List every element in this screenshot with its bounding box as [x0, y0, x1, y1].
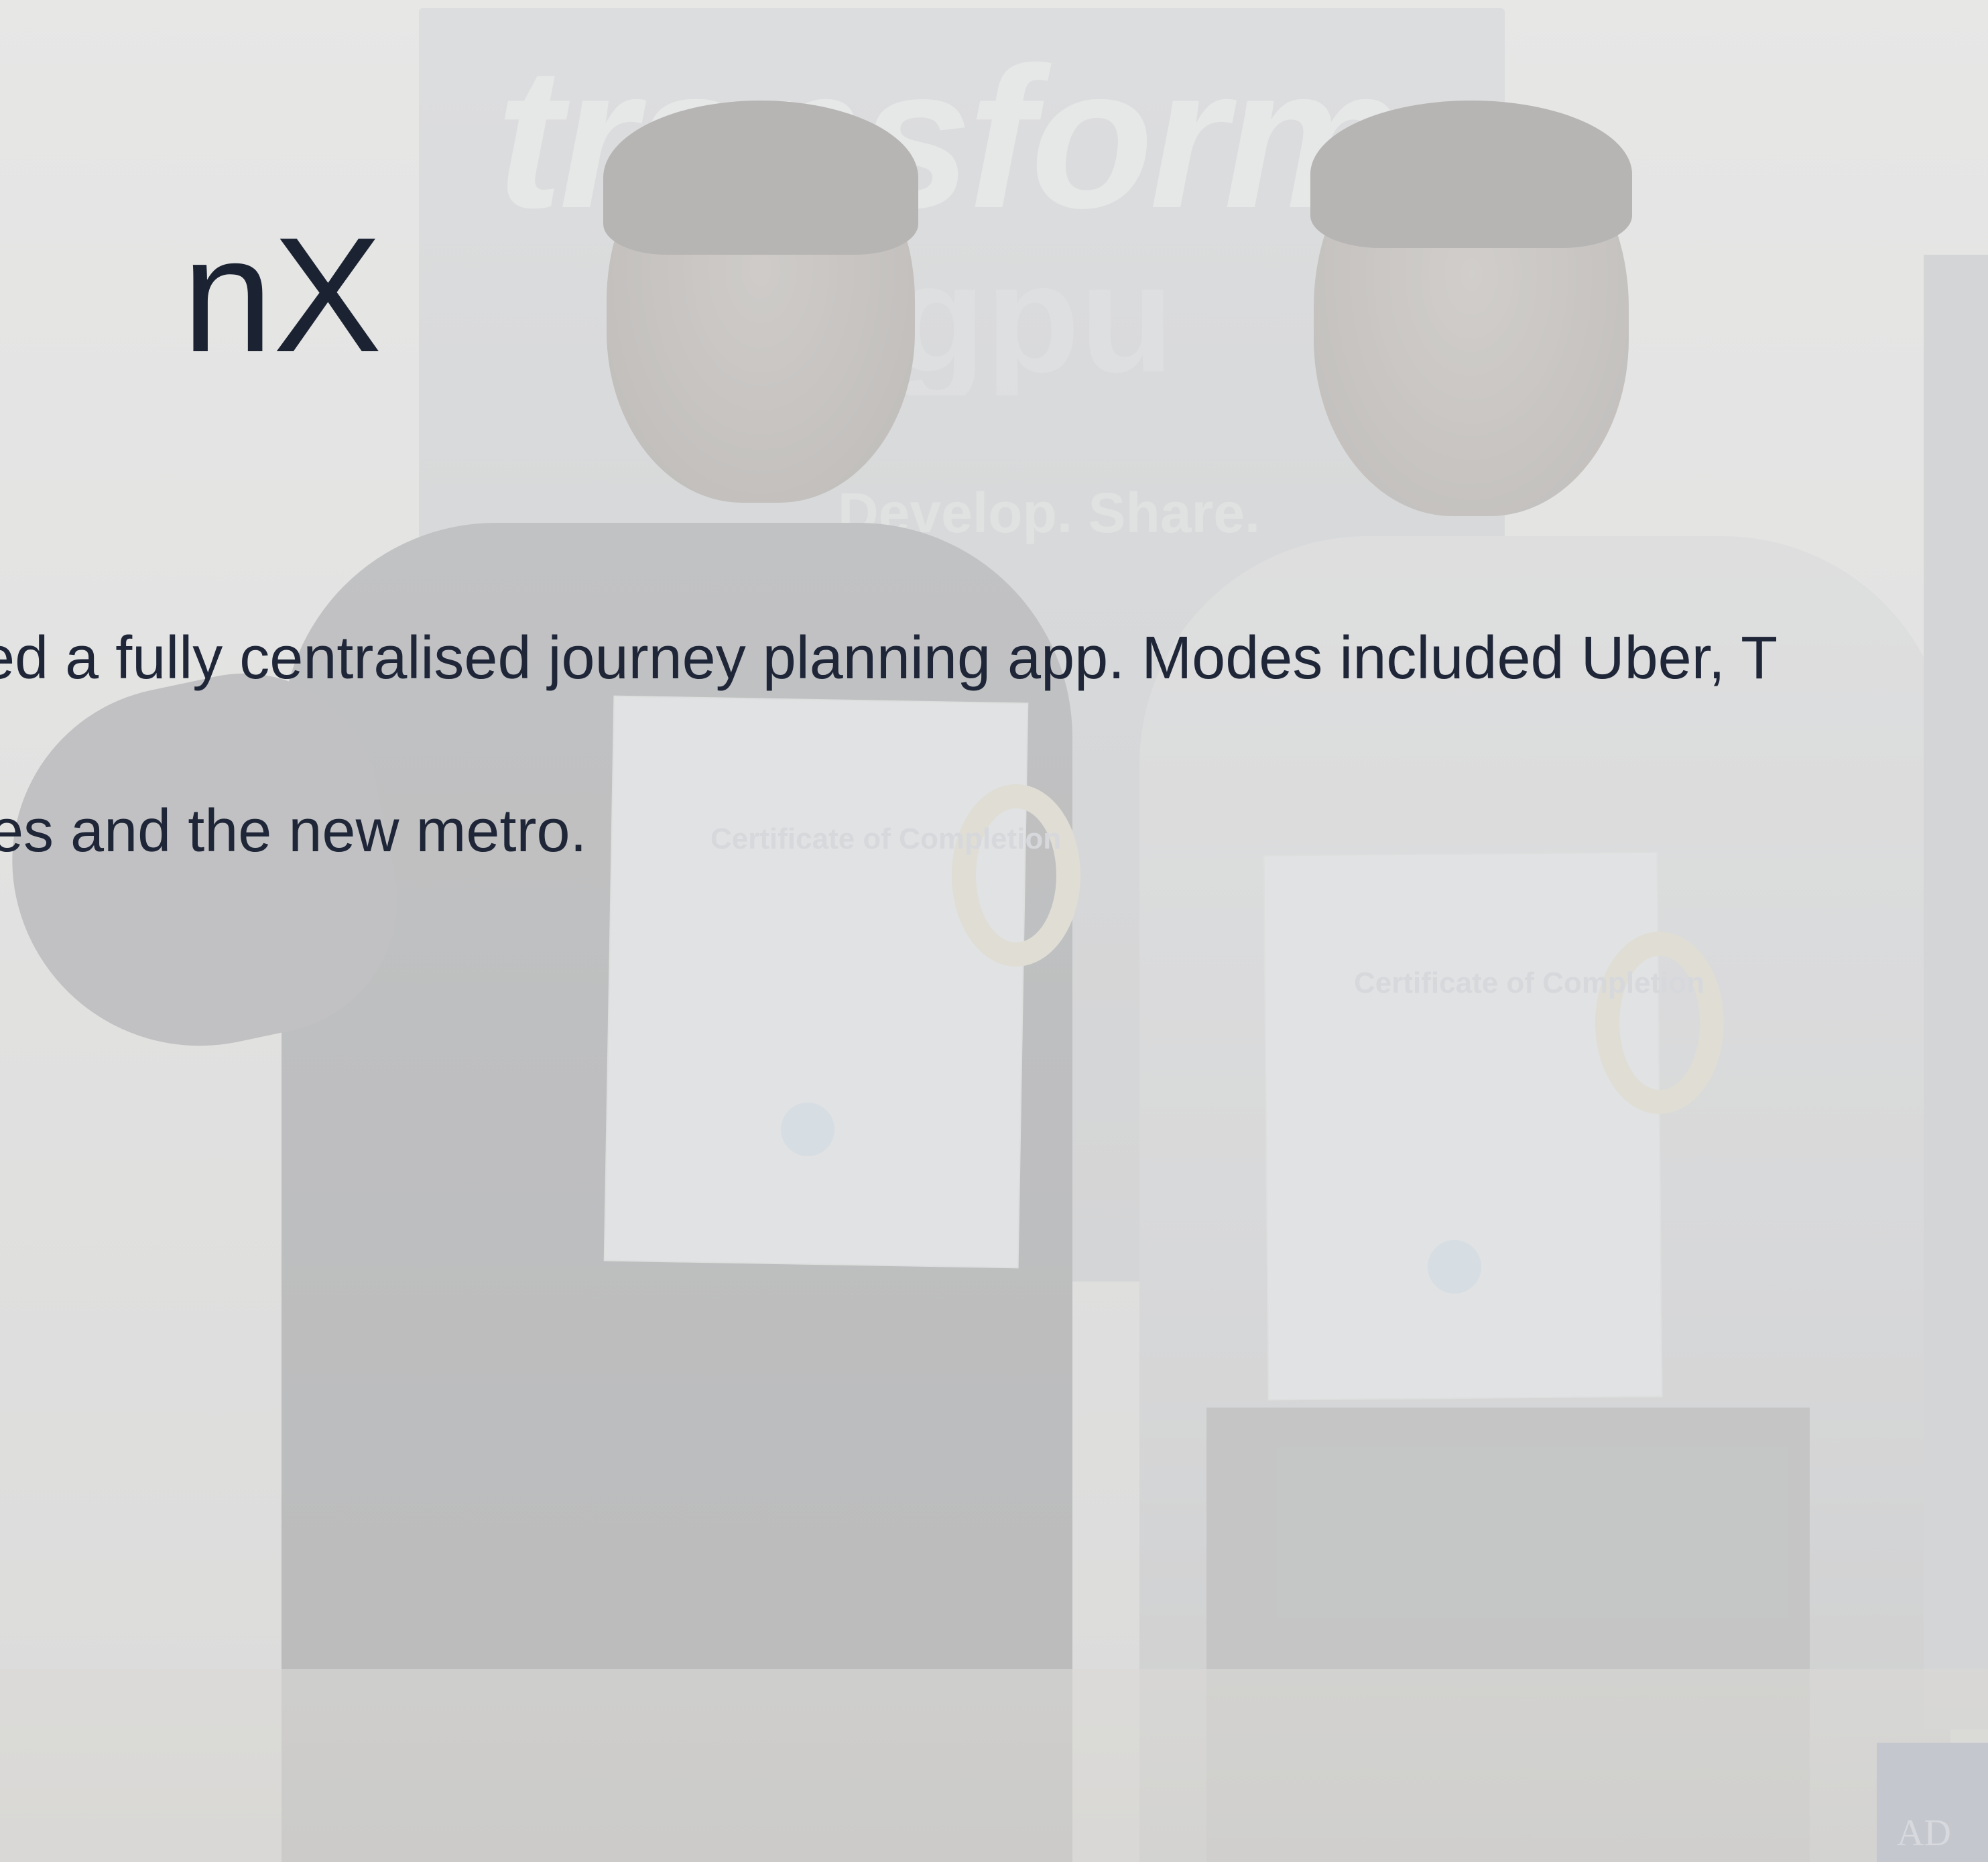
slide-title: nX — [182, 203, 382, 386]
slide: transform gpu Develop. Share. Certificat… — [0, 0, 1988, 1862]
text-layer: nX ned a fully centralised journey plann… — [0, 0, 1988, 1862]
body-line-2: ses and the new metro. — [0, 798, 587, 865]
body-line-1: ned a fully centralised journey planning… — [0, 625, 1778, 692]
